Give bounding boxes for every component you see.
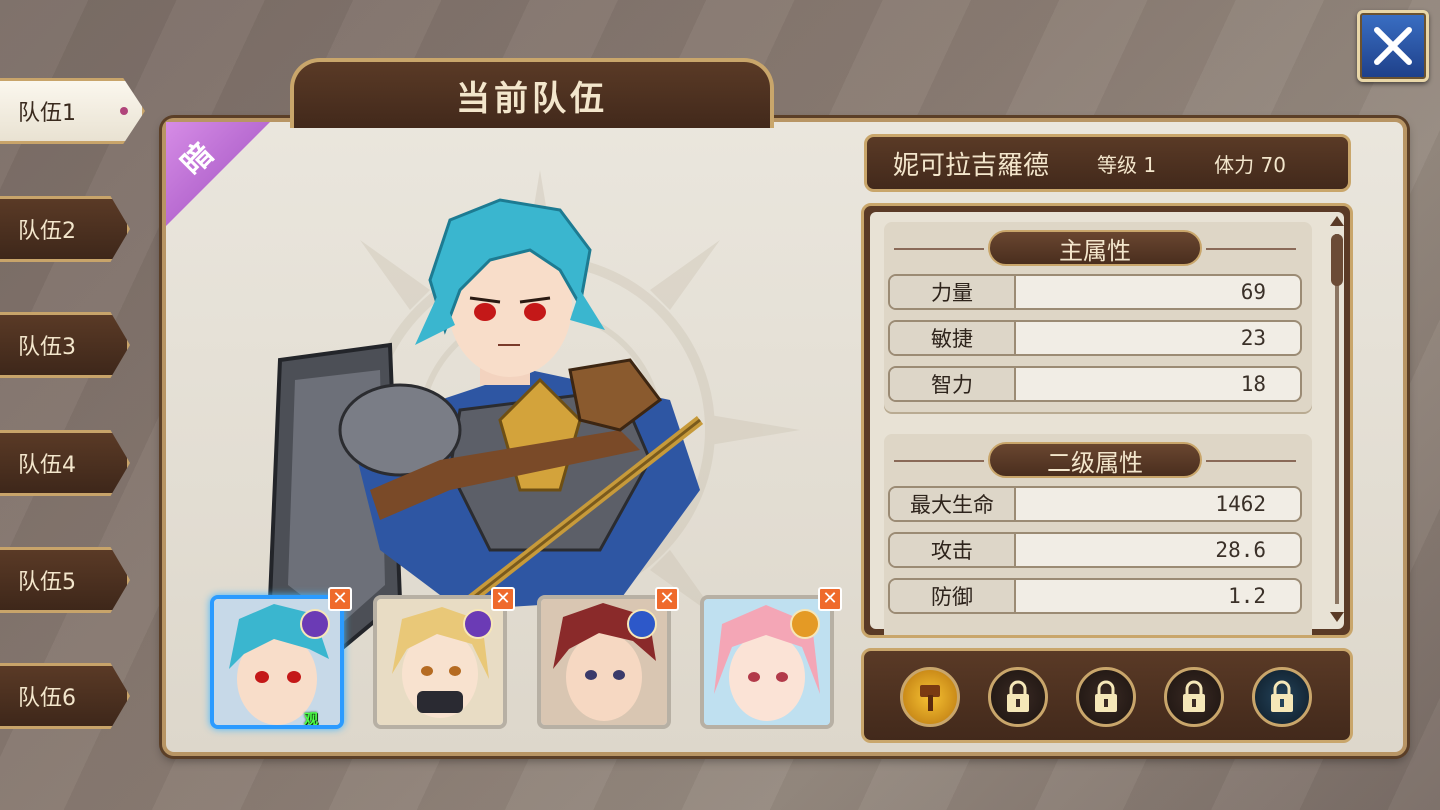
team-tab-2[interactable]: 队伍2 (0, 196, 130, 262)
header-ornament (894, 460, 984, 462)
stat-row-max-hp: 最大生命 1462 (888, 486, 1302, 522)
stats-scrollbar[interactable] (1330, 216, 1344, 624)
stat-row-defense: 防御 1.2 (888, 578, 1302, 614)
stats-panel[interactable]: 主属性 力量 69 敏捷 23 智力 18 二级属性 最大生命 1462 攻击 … (861, 203, 1353, 638)
team-tab-5[interactable]: 队伍5 (0, 547, 130, 613)
stat-value: 23 (1240, 326, 1266, 350)
party-member-4[interactable] (700, 595, 834, 729)
skill-slot-1[interactable] (900, 667, 960, 727)
party-member-3[interactable] (537, 595, 671, 729)
lightning-element-icon (627, 609, 657, 639)
stat-label: 最大生命 (890, 488, 1016, 520)
party-member-2[interactable] (373, 595, 507, 729)
active-indicator (120, 107, 128, 115)
stats-scroll-area: 主属性 力量 69 敏捷 23 智力 18 二级属性 最大生命 1462 攻击 … (870, 212, 1344, 635)
stat-row-intelligence: 智力 18 (888, 366, 1302, 402)
primary-stats-header: 主属性 (988, 230, 1202, 266)
stat-value: 1.2 (1228, 584, 1266, 608)
team-tab-6[interactable]: 队伍6 (0, 663, 130, 729)
stat-label: 力量 (890, 276, 1016, 308)
remove-member-2-button[interactable]: ✕ (491, 587, 515, 611)
skill-bar (861, 648, 1353, 743)
skill-slot-4-locked[interactable] (1164, 667, 1224, 727)
stat-value: 18 (1240, 372, 1266, 396)
team-tab-label: 队伍4 (18, 453, 76, 478)
team-tab-4[interactable]: 队伍4 (0, 430, 130, 496)
character-level: 等级 1 (1097, 152, 1157, 177)
scroll-up-icon[interactable] (1330, 216, 1344, 226)
remove-member-3-button[interactable]: ✕ (655, 587, 679, 611)
leader-tag: 观 (304, 712, 318, 728)
dark-element-icon (300, 609, 330, 639)
character-info-bar: 妮可拉吉羅德 等级 1 体力 70 (864, 134, 1351, 192)
stat-value: 28.6 (1215, 538, 1266, 562)
secondary-stats-header: 二级属性 (988, 442, 1202, 478)
team-tab-3[interactable]: 队伍3 (0, 312, 130, 378)
skill-slot-5-locked[interactable] (1252, 667, 1312, 727)
close-button[interactable] (1357, 10, 1429, 82)
character-stamina: 体力 70 (1214, 152, 1286, 177)
team-tab-label: 队伍1 (18, 101, 76, 126)
scroll-track (1335, 234, 1339, 604)
skill-slot-2-locked[interactable] (988, 667, 1048, 727)
hammer-skill-icon (920, 685, 940, 711)
scroll-down-icon[interactable] (1330, 612, 1344, 622)
party-member-1[interactable]: 观 (210, 595, 344, 729)
header-ornament (1206, 248, 1296, 250)
stat-value: 69 (1240, 280, 1266, 304)
character-name: 妮可拉吉羅德 (893, 150, 1050, 181)
page-title: 当前队伍 (290, 58, 774, 128)
lock-icon (1271, 680, 1293, 712)
team-tab-label: 队伍2 (18, 219, 76, 244)
remove-member-1-button[interactable]: ✕ (328, 587, 352, 611)
team-tab-label: 队伍5 (18, 570, 76, 595)
team-tab-1[interactable]: 队伍1 (0, 78, 145, 144)
stat-label: 智力 (890, 368, 1016, 400)
lock-icon (1183, 680, 1205, 712)
team-tab-label: 队伍6 (18, 686, 76, 711)
stat-row-attack: 攻击 28.6 (888, 532, 1302, 568)
dark-element-icon (463, 609, 493, 639)
stat-label: 攻击 (890, 534, 1016, 566)
stat-row-agility: 敏捷 23 (888, 320, 1302, 356)
header-ornament (1206, 460, 1296, 462)
sun-element-icon (790, 609, 820, 639)
remove-member-4-button[interactable]: ✕ (818, 587, 842, 611)
stat-value: 1462 (1215, 492, 1266, 516)
close-icon (1374, 27, 1412, 65)
skill-slot-3-locked[interactable] (1076, 667, 1136, 727)
stat-label: 防御 (890, 580, 1016, 612)
primary-stats-group: 主属性 力量 69 敏捷 23 智力 18 (884, 222, 1312, 412)
stat-row-strength: 力量 69 (888, 274, 1302, 310)
lock-icon (1007, 680, 1029, 712)
header-ornament (894, 248, 984, 250)
scroll-thumb[interactable] (1331, 234, 1343, 286)
lock-icon (1095, 680, 1117, 712)
stat-label: 敏捷 (890, 322, 1016, 354)
team-tab-label: 队伍3 (18, 335, 76, 360)
secondary-stats-group: 二级属性 最大生命 1462 攻击 28.6 防御 1.2 (884, 434, 1312, 635)
